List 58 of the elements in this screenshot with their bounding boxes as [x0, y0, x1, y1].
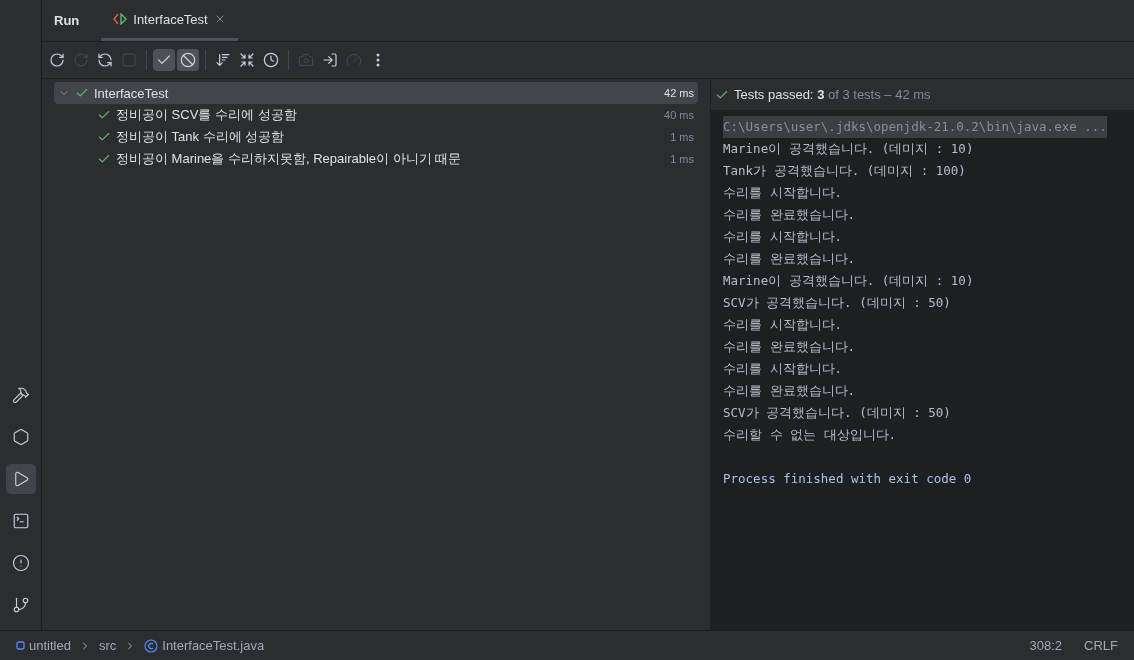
toolbar-button[interactable] — [177, 49, 199, 71]
console-line: 수리를 완료했습니다. — [723, 382, 856, 400]
test-duration: 1 ms — [670, 153, 694, 165]
line-ending[interactable]: CRLF — [1084, 638, 1118, 653]
breadcrumb[interactable]: src — [98, 638, 117, 653]
sort-icon — [215, 52, 231, 68]
console-line: Marine이 공격했습니다. (데미지 : 10) — [723, 272, 974, 290]
console-line: 수리를 완료했습니다. — [723, 250, 856, 268]
test-duration: 40 ms — [664, 109, 694, 121]
console-line: 수리를 완료했습니다. — [723, 206, 856, 224]
import-icon — [322, 52, 338, 68]
test-row[interactable]: InterfaceTest 42 ms — [54, 82, 698, 104]
console-line: 수리를 시작합니다. — [723, 184, 843, 202]
console-line: SCV가 공격했습니다. (데미지 : 50) — [723, 294, 951, 312]
toolbar-button[interactable] — [153, 49, 175, 71]
test-name: InterfaceTest — [94, 85, 170, 101]
branch-icon — [11, 596, 30, 614]
tab-label: InterfaceTest — [133, 11, 208, 27]
test-name: 정비공이 Tank 수리에 성공함 — [116, 128, 286, 146]
test-name: 정비공이 SCV를 수리에 성공함 — [116, 106, 298, 124]
module-icon — [16, 641, 25, 650]
stop-icon — [121, 52, 137, 68]
console-line: SCV가 공격했습니다. (데미지 : 50) — [723, 404, 951, 422]
test-duration: 42 ms — [664, 87, 694, 99]
refresh-icon — [97, 52, 113, 68]
test-run-icon — [113, 13, 128, 25]
console-line: 수리를 시작합니다. — [723, 316, 843, 334]
class-icon — [144, 638, 159, 653]
test-name: 정비공이 Marine을 수리하지못함, Repairable이 아니기 때문 — [116, 150, 463, 168]
console-line: 수리를 완료했습니다. — [723, 338, 856, 356]
tests-summary: Tests passed: 3 of 3 tests – 42 ms — [734, 87, 931, 102]
run-tab[interactable]: InterfaceTest — [101, 0, 238, 41]
test-row[interactable]: 정비공이 SCV를 수리에 성공함 40 ms — [54, 104, 698, 126]
alert-icon — [11, 554, 30, 572]
console-line: Process finished with exit code 0 — [723, 470, 972, 488]
tool-window-button[interactable] — [5, 464, 36, 494]
more-icon — [376, 53, 380, 67]
test-duration: 1 ms — [670, 131, 694, 143]
console-line: Tank가 공격했습니다. (데미지 : 100) — [723, 162, 966, 180]
ban-icon — [180, 52, 196, 68]
console-line: 수리할 수 없는 대상입니다. — [723, 426, 897, 444]
panel-title: Run — [54, 13, 80, 28]
console-line: Marine이 공격했습니다. (데미지 : 10) — [723, 140, 974, 158]
rerun-icon — [49, 52, 65, 68]
breadcrumb[interactable]: InterfaceTest.java — [162, 638, 265, 653]
console-line: 수리를 시작합니다. — [723, 228, 843, 246]
cursor-position[interactable]: 308:2 — [1029, 638, 1063, 653]
test-row[interactable]: 정비공이 Tank 수리에 성공함 1 ms — [54, 126, 698, 148]
collapse-icon — [239, 52, 255, 68]
terminal-icon — [11, 512, 30, 530]
camera-icon — [298, 52, 314, 68]
hammer-icon — [11, 386, 30, 404]
breadcrumb[interactable]: untitled — [29, 638, 71, 653]
test-row[interactable]: 정비공이 Marine을 수리하지못함, Repairable이 아니기 때문 1 ms — [54, 148, 698, 170]
rerun-icon — [73, 52, 89, 68]
clock-icon — [263, 52, 279, 68]
gauge-icon — [346, 52, 362, 68]
console-line: 수리를 시작합니다. — [723, 360, 843, 378]
